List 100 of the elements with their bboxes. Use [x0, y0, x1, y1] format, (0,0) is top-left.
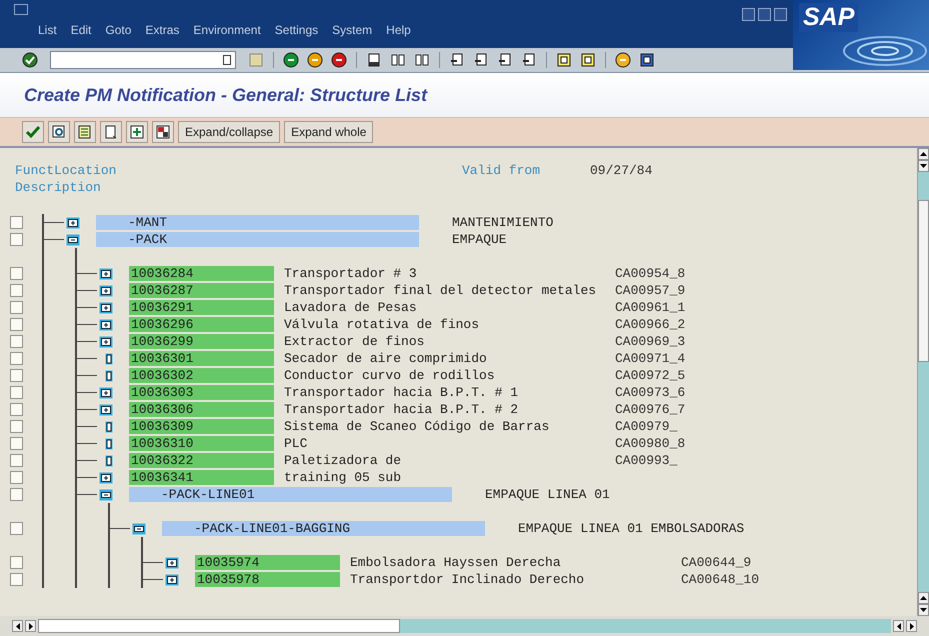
row-checkbox[interactable] [10, 471, 23, 484]
code-text: CA00972_5 [615, 368, 686, 383]
scroll-up-button[interactable] [918, 592, 929, 604]
system-menu-icon[interactable] [14, 4, 28, 15]
description-text: Transportador hacia B.P.T. # 2 [284, 402, 520, 417]
row-checkbox[interactable] [10, 403, 23, 416]
row-checkbox[interactable] [10, 233, 23, 246]
plus-folder-icon[interactable] [99, 386, 113, 398]
row-checkbox[interactable] [10, 386, 23, 399]
location-id: -MANT [96, 215, 419, 230]
row-checkbox[interactable] [10, 369, 23, 382]
sap-logo: SAP [799, 3, 858, 32]
row-checkbox[interactable] [10, 335, 23, 348]
row-checkbox[interactable] [10, 301, 23, 314]
plus-folder-icon[interactable] [66, 216, 80, 228]
scroll-left-button[interactable] [12, 620, 23, 632]
down-arrow-icon [920, 164, 927, 168]
description-text: Conductor curvo de rodillos [284, 368, 496, 383]
screen-title: Create PM Notification - General: Structure List [24, 84, 428, 106]
row-checkbox[interactable] [10, 556, 23, 569]
close-button[interactable] [774, 8, 787, 21]
minus-folder-icon[interactable] [66, 234, 80, 246]
minimize-button[interactable] [742, 8, 755, 21]
description-text: training 05 sub [284, 470, 402, 485]
description-text: Lavadora de Pesas [284, 300, 418, 315]
enter-icon[interactable] [20, 50, 40, 70]
row-checkbox[interactable] [10, 437, 23, 450]
row-checkbox[interactable] [10, 420, 23, 433]
scroll-right-button[interactable] [906, 620, 917, 632]
equipment-id: 10036322 [129, 453, 274, 468]
equipment-id: 10036309 [129, 419, 274, 434]
document-icon[interactable] [100, 121, 122, 143]
location-id: -PACK-LINE01 [129, 487, 452, 502]
row-checkbox[interactable] [10, 318, 23, 331]
scroll-down-button[interactable] [918, 160, 929, 172]
plus-folder-icon[interactable] [99, 302, 113, 314]
plus-folder-icon[interactable] [99, 284, 113, 296]
command-field[interactable] [50, 51, 236, 69]
code-text: CA00973_6 [615, 385, 686, 400]
description-text: Embolsadora Hayssen Derecha [350, 555, 562, 570]
expand-collapse-button[interactable]: Expand/collapse [178, 121, 280, 143]
menu-item[interactable]: Environment [193, 23, 261, 37]
row-checkbox[interactable] [10, 454, 23, 467]
plus-folder-icon[interactable] [99, 268, 113, 280]
description-text: EMPAQUE LINEA 01 EMBOLSADORAS [518, 521, 746, 536]
plus-folder-icon[interactable] [99, 404, 113, 416]
row-checkbox[interactable] [10, 488, 23, 501]
equipment-id: 10035978 [195, 572, 340, 587]
scroll-down-button[interactable] [918, 604, 929, 616]
plus-folder-icon[interactable] [99, 318, 113, 330]
scroll-right-button[interactable] [25, 620, 36, 632]
plus-folder-icon[interactable] [99, 472, 113, 484]
minus-folder-icon[interactable] [99, 488, 113, 500]
row-checkbox[interactable] [10, 284, 23, 297]
equipment-id: 10036303 [129, 385, 274, 400]
field-label: Description [14, 180, 102, 195]
plus-folder-icon[interactable] [165, 556, 179, 568]
row-checkbox[interactable] [10, 267, 23, 280]
expand-whole-button[interactable]: Expand whole [284, 121, 374, 143]
plus-folder-icon[interactable] [99, 336, 113, 348]
menu-item[interactable]: Settings [274, 23, 318, 37]
left-arrow-icon [16, 622, 20, 630]
plus-folder-icon[interactable] [165, 574, 179, 586]
plus-page-icon[interactable] [126, 121, 148, 143]
left-arrow-icon [896, 622, 900, 630]
row-checkbox[interactable] [10, 522, 23, 535]
menu-item[interactable]: Help [386, 23, 411, 37]
maximize-button[interactable] [758, 8, 771, 21]
row-checkbox[interactable] [10, 352, 23, 365]
code-text: CA00648_10 [681, 572, 760, 587]
up-arrow-icon [920, 152, 927, 156]
description-text: MANTENIMIENTO [452, 215, 554, 230]
equipment-id: 10036287 [129, 283, 274, 298]
description-text: Extractor de finos [284, 334, 426, 349]
menu-item[interactable]: List [38, 23, 57, 37]
code-text: CA00957_9 [615, 283, 686, 298]
menu-item[interactable]: System [332, 23, 372, 37]
scroll-thumb[interactable] [918, 200, 929, 362]
check-icon[interactable] [22, 121, 44, 143]
minus-folder-icon[interactable] [132, 522, 146, 534]
row-checkbox[interactable] [10, 573, 23, 586]
description-text: Transportador final del detector metales [284, 283, 598, 298]
equipment-id: 10036284 [129, 266, 274, 281]
valid-from-date: 09/27/84 [590, 163, 652, 178]
description-text: Secador de aire comprimido [284, 351, 488, 366]
list-icon[interactable] [74, 121, 96, 143]
code-text: CA00971_4 [615, 351, 686, 366]
row-checkbox[interactable] [10, 216, 23, 229]
description-text: Transportador hacia B.P.T. # 1 [284, 385, 520, 400]
menu-item[interactable]: Extras [145, 23, 180, 37]
menu-item[interactable]: Edit [70, 23, 92, 37]
down-arrow-icon [920, 608, 927, 612]
equipment-id: 10035974 [195, 555, 340, 570]
code-text: CA00979_ [615, 419, 678, 434]
scroll-left-button[interactable] [893, 620, 904, 632]
scroll-thumb[interactable] [38, 619, 400, 633]
menu-item[interactable]: Goto [105, 23, 132, 37]
dropdown-icon [223, 55, 231, 65]
equipment-id: 10036299 [129, 334, 274, 349]
scroll-up-button[interactable] [918, 148, 929, 160]
